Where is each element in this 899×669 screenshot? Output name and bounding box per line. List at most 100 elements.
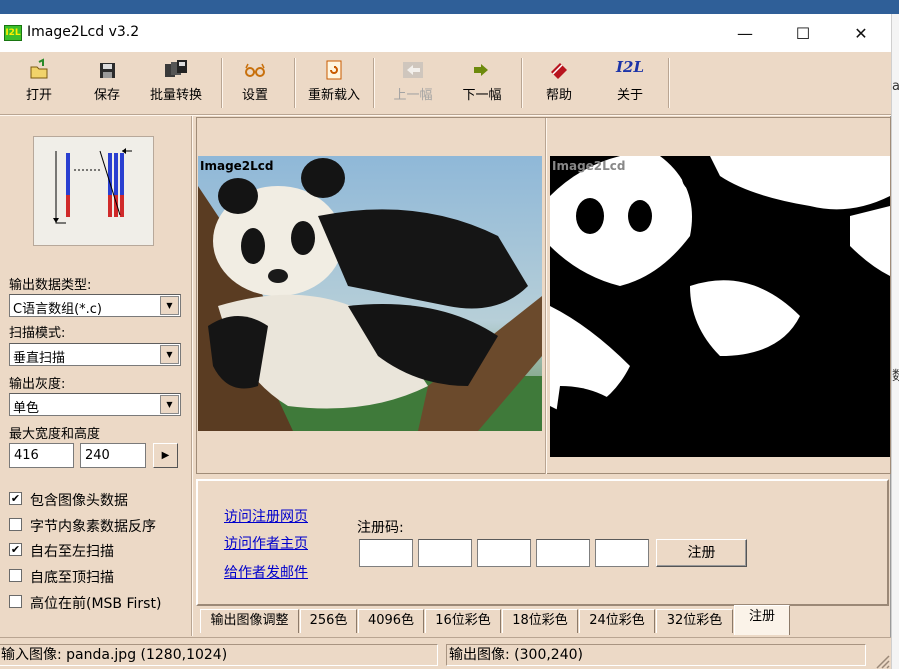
arrow-left-icon (403, 62, 423, 78)
toolbar-separator (221, 58, 223, 108)
desktop-background-strip (0, 0, 899, 14)
chevron-down-icon[interactable]: ▼ (160, 296, 179, 315)
apply-size-button[interactable]: ▶ (153, 443, 178, 468)
arrow-right-icon (474, 64, 488, 76)
max-height-input[interactable]: 240 (80, 443, 146, 468)
tab-18bit-color[interactable]: 18位彩色 (502, 609, 578, 633)
checkbox-box[interactable] (9, 595, 22, 608)
next-image-label: 下一幅 (462, 88, 502, 103)
batch-convert-label: 批量转换 (149, 88, 202, 103)
monochrome-panda-preview: Image2Lcd (550, 156, 890, 457)
preview-divider (545, 118, 547, 474)
open-label: 打开 (25, 88, 52, 103)
settings-button[interactable]: 设置 (238, 58, 272, 108)
checkbox-box[interactable]: ✔ (9, 492, 22, 505)
register-code-input-5[interactable] (595, 539, 649, 567)
scan-mode-label: 扫描模式: (9, 326, 66, 341)
scan-mode-select[interactable]: 垂直扫描 ▼ (9, 343, 181, 366)
toolbar-separator (668, 58, 670, 108)
max-width-value: 416 (14, 448, 39, 463)
register-button[interactable]: 注册 (656, 539, 747, 567)
checkbox-reverse-pixel-order[interactable]: 字节内象素数据反序 (9, 515, 189, 535)
toolbar: 打开 保存 批量转换 设置 重新载入 上一幅 下一幅 帮助 I2L 关于 (0, 52, 891, 114)
tab-256-colors[interactable]: 256色 (300, 609, 357, 633)
checkbox-msb-first[interactable]: 高位在前(MSB First) (9, 592, 189, 612)
max-size-label: 最大宽度和高度 (9, 427, 101, 442)
panda-photo: Image2Lcd (198, 156, 542, 431)
previous-image-button[interactable]: 上一幅 (388, 58, 438, 108)
scan-mode-value: 垂直扫描 (13, 351, 66, 366)
register-panel: 访问注册网页 访问作者主页 给作者发邮件 注册码: 注册 (196, 479, 889, 606)
help-button[interactable]: 帮助 (542, 58, 576, 108)
app-window: I2L Image2Lcd v3.2 — ☐ ✕ 打开 保存 批量转换 设置 重… (0, 14, 891, 669)
visit-author-home-link[interactable]: 访问作者主页 (224, 533, 308, 553)
preview-image: Image2Lcd (550, 156, 890, 457)
about-label: 关于 (616, 88, 643, 103)
checkbox-bottom-to-top[interactable]: 自底至顶扫描 (9, 566, 189, 586)
chevron-down-icon[interactable]: ▼ (160, 395, 179, 414)
reload-document-icon (326, 60, 342, 80)
batch-files-icon (165, 60, 187, 77)
title-bar[interactable]: I2L Image2Lcd v3.2 — ☐ ✕ (0, 14, 891, 52)
resize-grip-icon[interactable] (872, 651, 890, 669)
output-type-select[interactable]: C语言数组(*.c) ▼ (9, 294, 181, 317)
preview-watermark: Image2Lcd (552, 159, 626, 173)
maximize-button[interactable]: ☐ (774, 14, 832, 52)
tab-32bit-color[interactable]: 32位彩色 (656, 609, 733, 633)
checkbox-box[interactable] (9, 569, 22, 582)
checkbox-box[interactable]: ✔ (9, 543, 22, 556)
register-code-input-3[interactable] (477, 539, 531, 567)
panel-divider (191, 116, 193, 636)
previous-image-label: 上一幅 (393, 88, 433, 103)
original-image: Image2Lcd (198, 156, 542, 431)
toolbar-separator (521, 58, 523, 108)
minimize-button[interactable]: — (716, 14, 774, 52)
background-window-edge (891, 14, 899, 669)
batch-convert-button[interactable]: 批量转换 (144, 58, 208, 108)
checkbox-label: 高位在前(MSB First) (30, 596, 162, 612)
floppy-disk-icon (100, 63, 115, 78)
toolbar-separator (294, 58, 296, 108)
email-author-link[interactable]: 给作者发邮件 (224, 562, 308, 582)
image-preview-area: Image2Lcd Image2Lcd (196, 117, 891, 474)
background-window-text: 数 (892, 369, 899, 384)
tab-4096-colors[interactable]: 4096色 (358, 609, 424, 633)
tab-24bit-color[interactable]: 24位彩色 (579, 609, 655, 633)
app-logo-icon: I2L (4, 25, 22, 41)
tab-register[interactable]: 注册 (734, 605, 790, 635)
output-type-value: C语言数组(*.c) (13, 302, 103, 317)
save-button[interactable]: 保存 (90, 58, 124, 108)
max-width-input[interactable]: 416 (9, 443, 74, 468)
gray-level-select[interactable]: 单色 ▼ (9, 393, 181, 416)
toolbar-separator (373, 58, 375, 108)
max-height-value: 240 (85, 448, 110, 463)
reload-button[interactable]: 重新载入 (302, 58, 366, 108)
settings-panel: 输出数据类型: C语言数组(*.c) ▼ 扫描模式: 垂直扫描 ▼ 输出灰度: … (0, 116, 191, 636)
checkbox-label: 自底至顶扫描 (30, 570, 114, 586)
gray-level-value: 单色 (13, 401, 40, 416)
about-button[interactable]: I2L 关于 (610, 58, 650, 108)
reload-label: 重新载入 (307, 88, 360, 103)
tab-16bit-color[interactable]: 16位彩色 (425, 609, 501, 633)
settings-label: 设置 (241, 88, 268, 103)
register-code-input-1[interactable] (359, 539, 413, 567)
output-image-status: 输出图像: (300,240) (446, 644, 866, 666)
register-code-input-4[interactable] (536, 539, 590, 567)
visit-register-page-link[interactable]: 访问注册网页 (224, 506, 308, 526)
checkbox-box[interactable] (9, 518, 22, 531)
background-window-text: a (892, 79, 899, 94)
help-book-icon (551, 63, 567, 79)
input-image-status: 输入图像: panda.jpg (1280,1024) (0, 644, 438, 666)
open-button[interactable]: 打开 (22, 58, 56, 108)
checkbox-include-header[interactable]: ✔ 包含图像头数据 (9, 489, 189, 509)
tab-output-adjust[interactable]: 输出图像调整 (200, 609, 299, 633)
register-code-input-2[interactable] (418, 539, 472, 567)
next-image-button[interactable]: 下一幅 (457, 58, 507, 108)
close-button[interactable]: ✕ (832, 14, 890, 52)
checkbox-right-to-left[interactable]: ✔ 自右至左扫描 (9, 540, 189, 560)
glasses-icon (245, 63, 265, 77)
register-code-label: 注册码: (357, 520, 404, 536)
checkbox-label: 自右至左扫描 (30, 544, 114, 560)
chevron-down-icon[interactable]: ▼ (160, 345, 179, 364)
about-logo-icon: I2L (615, 58, 644, 76)
